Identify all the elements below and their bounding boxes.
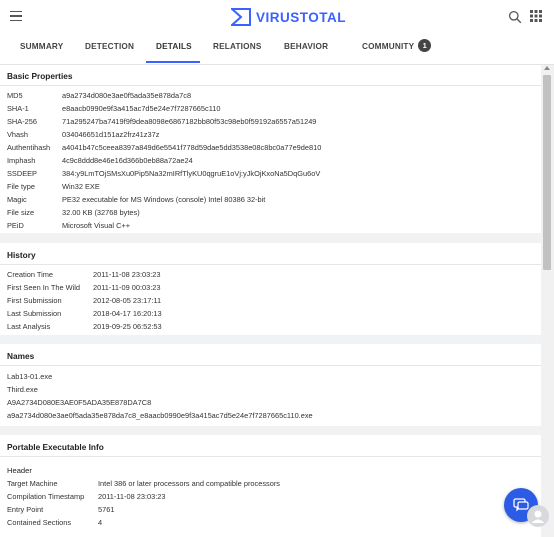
pe-value: 5761 [98,505,115,514]
apps-grid-icon[interactable] [530,10,542,22]
history-card: History Creation Time 2011-11-08 23:03:2… [0,243,541,335]
pe-value: 4 [98,518,103,527]
property-value: 034046651d151az2frz41z37z [62,130,160,139]
active-tab-indicator [146,61,200,63]
file-name: A9A2734D080E3AE0F5ADA35E878DA7C8 [7,398,152,407]
property-value: 384:y9LmTOjSMsXu0Pip5Na32mIRfTlyKU0qgruE… [62,169,321,178]
history-value: 2011-11-08 23:03:23 [93,270,161,279]
property-value: a4041b47c5ceea8397a849d6e5541f778d59dae5… [62,143,322,152]
user-icon [531,510,545,523]
file-name: Lab13-01.exe [7,372,53,381]
property-value: 4c9c8ddd8e46e16d366b0eb88a72ae24 [62,156,193,165]
file-name: a9a2734d080e3ae0f5ada35e878da7c8_e8aacb0… [7,411,313,420]
history-key: Last Analysis [7,322,51,331]
pe-header-label: Header [7,466,32,475]
property-key: SHA-256 [7,117,37,126]
pe-key: Contained Sections [7,518,72,527]
history-value: 2011-11-09 00:03:23 [93,283,161,292]
property-key: File size [7,208,35,217]
property-value: 71a295247ba7419f9f9dea8098e6867182bb80f5… [62,117,317,126]
community-count-badge: 1 [418,39,432,53]
menu-icon[interactable] [10,11,22,22]
pe-key: Entry Point [7,505,44,514]
tab-behavior[interactable]: BEHAVIOR [284,34,328,64]
help-button[interactable] [527,505,549,527]
property-key: Imphash [7,156,36,165]
tab-community[interactable]: COMMUNITY 1 [362,34,432,64]
top-bar: VIRUSTOTAL [0,0,554,34]
property-value: a9a2734d080e3ae0f5ada35e878da7c8 [62,91,192,100]
scrollbar-thumb[interactable] [543,75,551,270]
property-key: SHA-1 [7,104,29,113]
pe-info-title: Portable Executable Info [7,442,104,452]
pe-info-card: Portable Executable Info Header Target M… [0,435,541,537]
search-icon[interactable] [508,10,522,24]
tab-bar: SUMMARY DETECTION DETAILS RELATIONS BEHA… [0,34,554,65]
property-value: PE32 executable for MS Windows (console)… [62,195,266,204]
tab-community-label: COMMUNITY [362,42,415,51]
history-title: History [7,250,36,260]
property-value: 32.00 KB (32768 bytes) [62,208,140,217]
history-key: Last Submission [7,309,62,318]
history-key: First Seen In The Wild [7,283,80,292]
property-key: MD5 [7,91,23,100]
property-key: Magic [7,195,27,204]
tab-relations[interactable]: RELATIONS [213,34,262,64]
property-value: Microsoft Visual C++ [62,221,131,230]
history-value: 2012-08-05 23:17:11 [93,296,162,305]
property-key: SSDEEP [7,169,37,178]
divider [0,264,541,265]
history-key: First Submission [7,296,62,305]
property-key: PEiD [7,221,24,230]
property-key: Authentihash [7,143,51,152]
file-name: Third.exe [7,385,38,394]
pe-key: Compilation Timestamp [7,492,85,501]
names-title: Names [7,351,35,361]
tab-summary[interactable]: SUMMARY [20,34,63,64]
scroll-up-arrow-icon[interactable] [544,66,550,70]
pe-key: Target Machine [7,479,58,488]
details-content: Basic Properties MD5 a9a2734d080e3ae0f5a… [0,65,541,537]
history-key: Creation Time [7,270,54,279]
pe-value: Intel 386 or later processors and compat… [98,479,280,488]
divider [0,456,541,457]
property-key: File type [7,182,35,191]
divider [0,365,541,366]
property-key: Vhash [7,130,28,139]
names-card: Names Lab13-01.exe Third.exe A9A2734D080… [0,344,541,426]
tab-detection[interactable]: DETECTION [85,34,134,64]
pe-value: 2011-11-08 23:03:23 [98,492,166,501]
basic-properties-title: Basic Properties [7,71,73,81]
divider [0,85,541,86]
basic-properties-card: Basic Properties MD5 a9a2734d080e3ae0f5a… [0,65,541,233]
virustotal-logo-mark-icon [231,8,251,26]
virustotal-logo[interactable]: VIRUSTOTAL [231,7,346,27]
history-value: 2018-04-17 16:20:13 [93,309,162,318]
tab-details[interactable]: DETAILS [156,34,192,64]
property-value: e8aacb0990e9f3a415ac7d5e24e7f7287665c110 [62,104,221,113]
history-value: 2019-09-25 06:52:53 [93,322,162,331]
property-value: Win32 EXE [62,182,100,191]
brand-name: VIRUSTOTAL [256,9,347,25]
